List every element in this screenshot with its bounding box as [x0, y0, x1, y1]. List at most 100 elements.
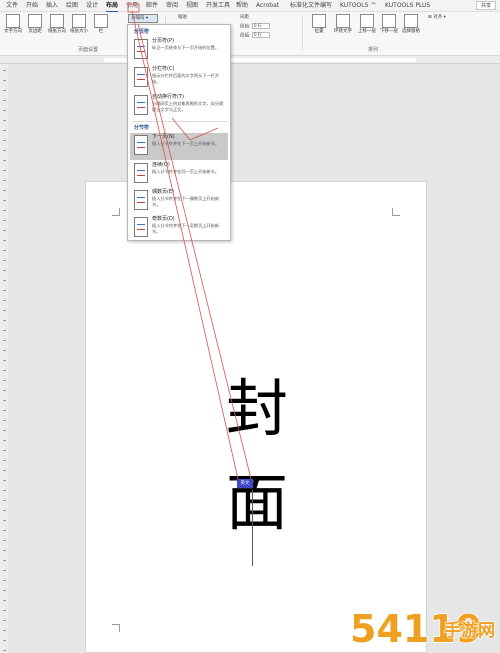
ruler-tick [3, 370, 6, 371]
ruler-tick [3, 320, 6, 321]
tab-insert[interactable]: 插入 [46, 1, 58, 11]
margins-button[interactable]: 页边距 [24, 14, 46, 46]
ruler-tick [3, 270, 6, 271]
ribbon-separator [302, 15, 303, 51]
tab-design[interactable]: 设计 [86, 1, 98, 11]
ruler-tick [3, 250, 6, 251]
ruler-tick [3, 590, 6, 591]
share-button[interactable]: 共享 [476, 1, 496, 10]
ruler-tick [3, 510, 6, 511]
previous-page-area [32, 64, 458, 110]
ruler-tick [3, 170, 6, 171]
ruler-tick [3, 390, 6, 391]
align-icon: ⊞ [428, 15, 432, 20]
menu-item-column-break[interactable]: 分栏符(C) 指示分栏符后面的文字将从下一栏开始。 [130, 65, 228, 92]
ruler-tick [3, 190, 6, 191]
tab-kutools-plus[interactable]: KUTOOLS PLUS [385, 1, 430, 11]
ruler-tick [3, 70, 6, 71]
ruler-tick [3, 610, 6, 611]
tab-standard-doc[interactable]: 标准化文件编写 [290, 1, 332, 11]
text-direction-button[interactable]: 文字方向 [2, 14, 24, 46]
ribbon-layout: 文字方向 页边距 纸张方向 纸张大小 栏 分隔符 ▾ 页面设置 缩进 间距 段前… [0, 12, 500, 56]
tab-home[interactable]: 开始 [26, 1, 38, 11]
ruler-tick [3, 150, 6, 151]
menu-item-page-break[interactable]: 分页符(P) 标记一页结束与下一页开始的位置。 [130, 37, 228, 64]
menu-item-next-page[interactable]: 下一页(N) 插入分节符并在下一页上开始新节。 [130, 133, 228, 160]
ruler-tick [3, 130, 6, 131]
margin-corner-mark [112, 624, 120, 632]
spacing-after-field[interactable]: 段后: 0 行 [240, 32, 270, 39]
vertical-ruler[interactable] [0, 64, 8, 653]
ruler-tick [3, 220, 6, 221]
ruler-tick [3, 350, 6, 351]
ruler-tick [3, 420, 6, 421]
send-backward-button[interactable]: 下移一层 [378, 14, 400, 46]
watermark-logo: 54119 手游网 [349, 606, 495, 652]
tab-file[interactable]: 文件 [6, 1, 18, 11]
tab-kutools[interactable]: KUTOOLS ™ [340, 1, 376, 11]
size-button[interactable]: 纸张大小 [68, 14, 90, 46]
page-break-icon [134, 39, 148, 59]
continuous-icon [134, 163, 148, 183]
ruler-tick [3, 240, 6, 241]
ruler-tick [3, 120, 6, 121]
tab-developer[interactable]: 开发工具 [206, 1, 230, 11]
ruler-tick [3, 480, 6, 481]
ruler-tick [3, 640, 6, 641]
even-page-icon [134, 190, 148, 210]
horizontal-ruler[interactable] [0, 56, 500, 64]
menu-item-odd-page[interactable]: 奇数页(D) 插入分节符并在下一奇数页上开始新节。 [130, 215, 228, 242]
tab-draw[interactable]: 绘图 [66, 1, 78, 11]
orientation-icon [50, 14, 64, 28]
ruler-tick [3, 100, 6, 101]
tab-help[interactable]: 帮助 [236, 1, 248, 11]
ruler-tick [3, 330, 6, 331]
wrap-text-button[interactable]: 环绕文字 [332, 14, 354, 46]
tab-view[interactable]: 视图 [186, 1, 198, 11]
align-button[interactable]: ⊞ 对齐 ▾ [428, 14, 446, 21]
selection-pane-icon [404, 14, 418, 28]
ruler-tick [3, 230, 6, 231]
ruler-tick [3, 500, 6, 501]
ruler-tick [3, 110, 6, 111]
margins-icon [28, 14, 42, 28]
ruler-tick [3, 140, 6, 141]
orientation-button[interactable]: 纸张方向 [46, 14, 68, 46]
tab-review[interactable]: 审阅 [166, 1, 178, 11]
columns-button[interactable]: 栏 [92, 14, 110, 46]
selection-chip[interactable]: 英文 [237, 479, 253, 488]
spacing-before-field[interactable]: 段前: 0 行 [240, 23, 270, 30]
selection-pane-button[interactable]: 选择窗格 [400, 14, 422, 46]
menu-item-continuous[interactable]: 连续(O) 插入分节符并在同一页上开始新节。 [130, 161, 228, 188]
position-button[interactable]: 位置 [308, 14, 330, 46]
ruler-tick [3, 200, 6, 201]
ruler-tick [3, 440, 6, 441]
ruler-tick [3, 470, 6, 471]
watermark-text: 手游网 [444, 620, 495, 641]
ruler-tick [3, 580, 6, 581]
tab-layout[interactable]: 布局 [106, 1, 119, 12]
ruler-tick [3, 630, 6, 631]
text-cursor [252, 490, 253, 566]
tab-references[interactable]: 引用 [126, 1, 138, 11]
ruler-tick [3, 490, 6, 491]
breaks-dropdown-button[interactable]: 分隔符 ▾ [128, 14, 158, 23]
ruler-tick [3, 300, 6, 301]
ruler-tick [3, 570, 6, 571]
ruler-tick [3, 360, 6, 361]
margin-corner-mark [392, 208, 400, 216]
margin-corner-mark [112, 208, 120, 216]
ruler-tick [3, 430, 6, 431]
tab-mailings[interactable]: 邮件 [146, 1, 158, 11]
ruler-tick [3, 80, 6, 81]
menu-item-text-wrapping-break[interactable]: 自动换行符(T) 分隔网页上的对象周围的文字，如分隔题注文字与正文。 [130, 93, 228, 120]
send-backward-icon [382, 14, 396, 28]
cover-char-1: 封 [225, 372, 288, 445]
ruler-tick [3, 310, 6, 311]
document-page[interactable]: 封 面 [85, 181, 427, 653]
tab-acrobat[interactable]: Acrobat [256, 1, 279, 11]
spacing-label: 间距 [240, 15, 249, 20]
menu-item-even-page[interactable]: 偶数页(E) 插入分节符并在下一偶数页上开始新节。 [130, 188, 228, 215]
ruler-tick [3, 550, 6, 551]
bring-forward-button[interactable]: 上移一层 [356, 14, 378, 46]
